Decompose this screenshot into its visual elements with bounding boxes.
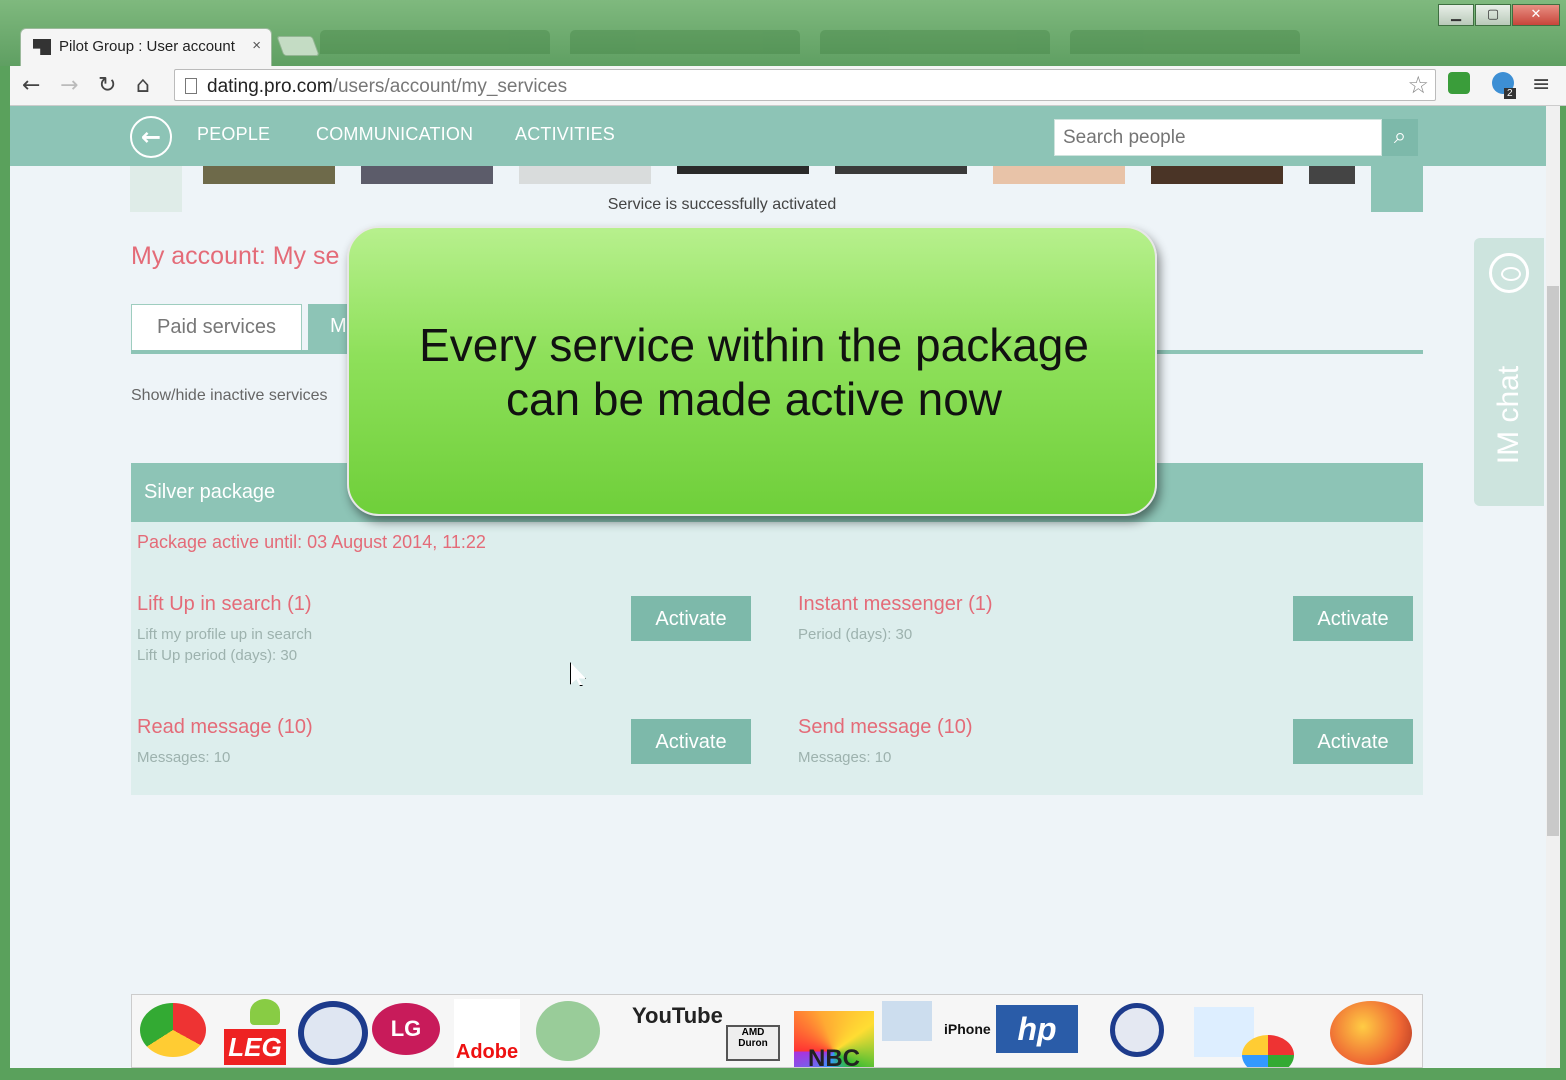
service-desc-line: Messages: 10 xyxy=(798,749,892,766)
back-arrow-icon[interactable]: ← xyxy=(22,73,40,98)
tab-close-icon[interactable]: × xyxy=(252,37,261,54)
youtube-logo-text: YouTube xyxy=(632,1003,723,1028)
android-logo-icon xyxy=(250,999,280,1025)
activate-button[interactable]: Activate xyxy=(631,719,751,764)
bookmark-star-icon[interactable]: ☆ xyxy=(1407,71,1429,99)
activate-button[interactable]: Activate xyxy=(631,596,751,641)
vw-logo-icon xyxy=(298,1001,368,1065)
show-hide-inactive-link[interactable]: Show/hide inactive services xyxy=(131,387,328,405)
callout-text: Every service within the package can be … xyxy=(349,318,1159,426)
service-desc-line: Lift Up period (days): 30 xyxy=(137,647,298,664)
user-thumbnail[interactable] xyxy=(835,166,967,174)
home-icon[interactable]: ⌂ xyxy=(136,73,150,98)
user-thumbnail[interactable] xyxy=(677,166,809,174)
url-path: /users/account/my_services xyxy=(332,76,568,97)
user-thumbnail[interactable] xyxy=(993,166,1125,184)
chat-bubble-icon xyxy=(1489,253,1529,293)
background-tab[interactable] xyxy=(1070,30,1300,54)
service-name: Read message (10) xyxy=(137,716,313,738)
page-scrollbar[interactable] xyxy=(1546,106,1560,1068)
window-bottom-frame xyxy=(0,1068,1566,1080)
vw-logo-icon-2 xyxy=(1110,1003,1164,1057)
user-thumbnail[interactable] xyxy=(1309,166,1355,184)
activate-button[interactable]: Activate xyxy=(1293,596,1413,641)
menu-icon[interactable]: ≡ xyxy=(1532,72,1550,97)
user-thumbnail[interactable] xyxy=(519,166,651,184)
browser-tab-active[interactable]: Pilot Group : User account × xyxy=(20,28,272,66)
search-people-input[interactable] xyxy=(1054,119,1382,156)
minimize-button[interactable]: ▁ xyxy=(1438,4,1474,26)
lego-logo-icon: LEG xyxy=(224,1029,286,1065)
background-tab[interactable] xyxy=(820,30,1050,54)
page-title: My account: My se xyxy=(131,242,340,270)
lg-logo-icon: LG xyxy=(372,1003,440,1055)
background-tabs xyxy=(320,30,1420,60)
page-icon xyxy=(185,78,197,94)
nav-communication[interactable]: COMMUNICATION xyxy=(316,124,473,145)
address-bar[interactable]: dating.pro.com/users/account/my_services… xyxy=(174,69,1436,101)
page-viewport: ← PEOPLE COMMUNICATION ACTIVITIES ⌕ Serv… xyxy=(10,106,1546,1068)
background-tab[interactable] xyxy=(320,30,550,54)
im-chat-label: IM chat xyxy=(1492,365,1525,465)
service-item: Send message (10) Messages: 10 xyxy=(798,716,973,768)
reload-icon[interactable]: ↻ xyxy=(98,73,116,98)
back-circle-icon[interactable]: ← xyxy=(130,116,172,158)
chrome-logo-icon xyxy=(140,1003,206,1057)
nav-activities[interactable]: ACTIVITIES xyxy=(515,124,615,145)
tab-title: Pilot Group : User account xyxy=(59,38,235,55)
partner-logo-strip: LEG LG Adobe YouTube AMD Duron NBC iPhon… xyxy=(131,994,1423,1068)
youtube-logo-icon: YouTube xyxy=(632,1003,724,1037)
user-thumbnail[interactable] xyxy=(361,166,493,184)
browser-titlebar: ▁ ▢ ✕ Pilot Group : User account × xyxy=(0,0,1566,66)
package-active-until: Package active until: 03 August 2014, 11… xyxy=(137,532,486,552)
service-name: Send message (10) xyxy=(798,716,973,738)
nav-people[interactable]: PEOPLE xyxy=(197,124,270,145)
service-desc-line: Lift my profile up in search xyxy=(137,626,313,643)
hp-logo-icon: hp xyxy=(996,1005,1078,1053)
extension-badge: 2 xyxy=(1504,88,1516,99)
site-topnav: ← PEOPLE COMMUNICATION ACTIVITIES ⌕ xyxy=(10,106,1546,166)
callout-line: can be made active now xyxy=(505,373,1003,425)
service-item: Instant messenger (1) Period (days): 30 xyxy=(798,593,993,645)
favicon-icon xyxy=(33,39,51,55)
sony-ericsson-logo-icon xyxy=(536,1001,600,1061)
browser-toolbar: ← → ↻ ⌂ dating.pro.com/users/account/my_… xyxy=(10,66,1566,106)
nbc-logo-icon: NBC xyxy=(794,1011,874,1067)
forward-arrow-icon[interactable]: → xyxy=(60,73,78,98)
callout-line: Every service within the package xyxy=(419,319,1089,371)
search-icon[interactable]: ⌕ xyxy=(1382,119,1418,156)
user-thumbnail[interactable] xyxy=(203,166,335,184)
background-tab[interactable] xyxy=(570,30,800,54)
service-description: Messages: 10 xyxy=(137,747,313,768)
extension-icon[interactable] xyxy=(1448,72,1470,94)
url-host: dating.pro.com xyxy=(207,76,333,97)
activate-button[interactable]: Activate xyxy=(1293,719,1413,764)
im-chat-sidebar[interactable]: IM chat xyxy=(1474,238,1544,506)
scroll-thumb[interactable] xyxy=(1547,286,1559,836)
service-description: Lift my profile up in search Lift Up per… xyxy=(137,624,312,666)
window-controls: ▁ ▢ ✕ xyxy=(1437,4,1560,26)
user-thumbnail[interactable] xyxy=(1151,166,1283,184)
new-tab-button[interactable] xyxy=(276,36,320,56)
nvidia-logo-icon xyxy=(882,1001,932,1041)
tutorial-callout: Every service within the package can be … xyxy=(347,226,1157,516)
service-desc-line: Messages: 10 xyxy=(137,749,231,766)
package-title: Silver package xyxy=(144,481,276,503)
service-description: Period (days): 30 xyxy=(798,624,993,645)
maximize-button[interactable]: ▢ xyxy=(1475,4,1511,26)
firefox-logo-icon xyxy=(1330,1001,1412,1065)
windows-logo-icon xyxy=(1242,1035,1294,1067)
amd-logo-icon: AMD Duron xyxy=(726,1025,780,1061)
url-text: dating.pro.com/users/account/my_services xyxy=(207,76,567,98)
service-name: Lift Up in search (1) xyxy=(137,593,312,615)
service-description: Messages: 10 xyxy=(798,747,973,768)
service-item: Lift Up in search (1) Lift my profile up… xyxy=(137,593,312,666)
service-name: Instant messenger (1) xyxy=(798,593,993,615)
tab-paid-services[interactable]: Paid services xyxy=(131,304,302,352)
service-desc-line: Period (days): 30 xyxy=(798,626,913,643)
success-notice: Service is successfully activated xyxy=(607,196,837,213)
adobe-logo-icon: Adobe xyxy=(454,999,520,1067)
close-window-button[interactable]: ✕ xyxy=(1512,4,1560,26)
service-item: Read message (10) Messages: 10 xyxy=(137,716,313,768)
